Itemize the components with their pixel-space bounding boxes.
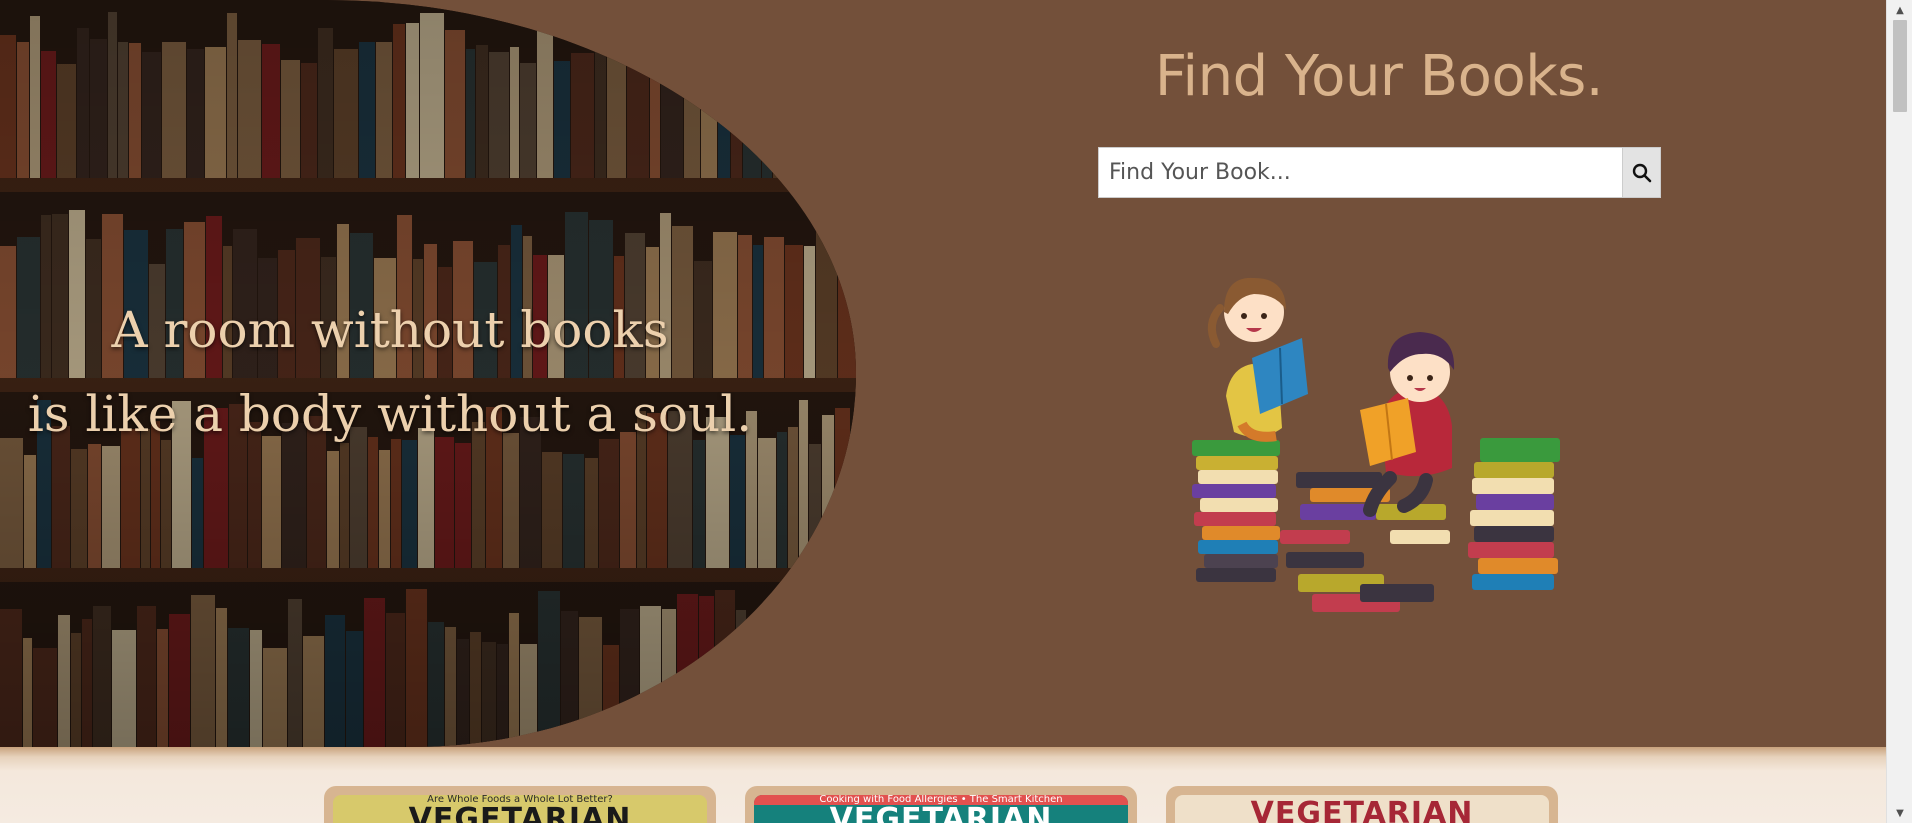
hero-quote: A room without books is like a body with… [0,288,780,456]
search-button[interactable] [1623,147,1661,198]
search-title: Find Your Books. [1154,44,1604,109]
search-icon [1632,163,1651,182]
book-cover-title: VEGETARIAN [829,802,1053,823]
vertical-scrollbar[interactable]: ▲ ▼ [1886,0,1912,823]
book-card[interactable]: Are Whole Foods a Whole Lot Better? VEGE… [324,786,716,823]
book-cover: VEGETARIAN [1175,795,1549,823]
hero-section: A room without books is like a body with… [0,0,1886,747]
scrollbar-thumb[interactable] [1893,20,1907,112]
search-input[interactable] [1098,147,1623,198]
scroll-down-icon[interactable]: ▼ [1887,803,1912,823]
scroll-up-icon[interactable]: ▲ [1887,0,1912,20]
quote-line-2: is like a body without a soul. [27,385,753,443]
kids-reading-illustration [1190,268,1570,628]
book-card[interactable]: Cooking with Food Allergies • The Smart … [745,786,1137,823]
search-bar [1098,147,1661,198]
featured-books: Are Whole Foods a Whole Lot Better? VEGE… [0,747,1886,823]
book-cover-title: VEGETARIAN [1250,796,1474,823]
book-card[interactable]: VEGETARIAN [1166,786,1558,823]
page: A room without books is like a body with… [0,0,1912,823]
book-cover: Are Whole Foods a Whole Lot Better? VEGE… [333,795,707,823]
book-cover-title: VEGETARIAN [408,802,632,823]
book-cover: Cooking with Food Allergies • The Smart … [754,795,1128,823]
quote-line-1: A room without books [111,301,669,359]
